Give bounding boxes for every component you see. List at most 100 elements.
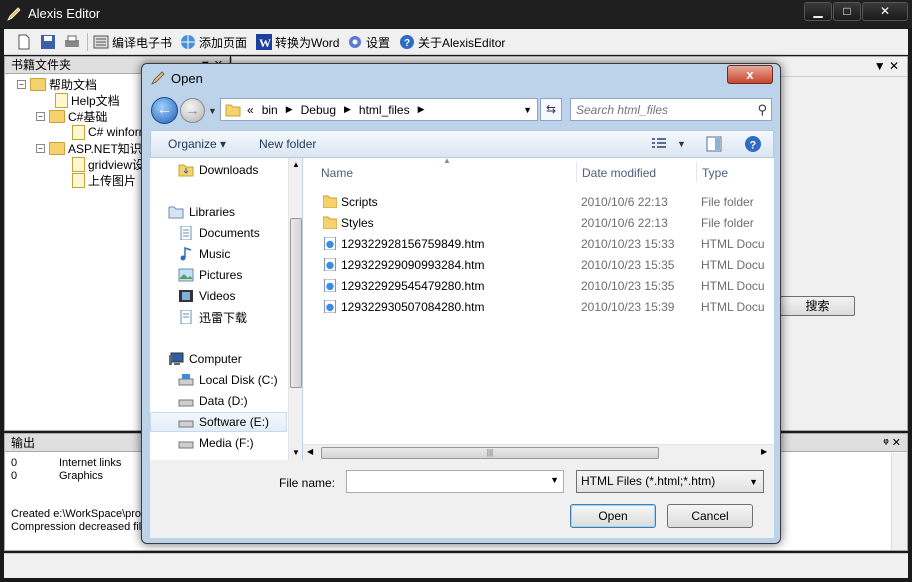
search-button[interactable]: 搜索 bbox=[780, 296, 855, 316]
new-folder-button[interactable]: New folder bbox=[259, 137, 316, 151]
add-page-button[interactable]: 添加页面 bbox=[180, 33, 247, 51]
collapse-icon[interactable]: − bbox=[36, 111, 45, 121]
convert-word-button[interactable]: W 转换为Word bbox=[256, 33, 339, 51]
help-icon[interactable]: ? bbox=[744, 135, 762, 153]
nav-item-data-d[interactable]: Data (D:) bbox=[150, 391, 287, 411]
column-type[interactable]: Type bbox=[702, 166, 728, 180]
scroll-up-icon[interactable]: ▲ bbox=[292, 160, 300, 169]
collapse-icon[interactable]: − bbox=[17, 79, 26, 89]
open-button[interactable]: Open bbox=[570, 504, 656, 528]
file-row[interactable]: 129322929545479280.htm 2010/10/23 15:35 … bbox=[319, 276, 774, 296]
file-name: Scripts bbox=[341, 195, 378, 209]
print-icon[interactable] bbox=[64, 33, 80, 51]
file-date: 2010/10/23 15:33 bbox=[581, 237, 675, 251]
collapse-icon[interactable]: − bbox=[36, 143, 45, 153]
minimize-button[interactable]: ▁ bbox=[804, 2, 832, 21]
nav-item-music[interactable]: Music bbox=[150, 244, 287, 264]
output-scrollbar[interactable] bbox=[891, 453, 907, 550]
column-divider[interactable] bbox=[696, 162, 697, 182]
file-name-dropdown-icon[interactable]: ▼ bbox=[550, 475, 559, 485]
file-list-scroll-thumb[interactable]: ||| bbox=[321, 447, 659, 459]
nav-scroll-thumb[interactable] bbox=[290, 218, 302, 388]
recent-locations-dropdown-icon[interactable]: ▼ bbox=[208, 106, 217, 116]
view-options-icon[interactable] bbox=[651, 137, 667, 151]
tree-node-gridview[interactable]: gridview设 bbox=[72, 156, 144, 172]
tree-node-help-docs[interactable]: − 帮助文档 bbox=[17, 76, 97, 92]
breadcrumb-bin[interactable]: bin bbox=[262, 103, 278, 117]
tree-node-help-doc[interactable]: Help文档 bbox=[55, 92, 120, 108]
breadcrumb-chevron-icon[interactable]: ▶ bbox=[418, 104, 425, 115]
file-row[interactable]: 129322929090993284.htm 2010/10/23 15:35 … bbox=[319, 255, 774, 275]
scroll-left-icon[interactable]: ◀ bbox=[307, 447, 313, 456]
output-pin-close-icon[interactable]: ᵠ ✕ bbox=[883, 434, 901, 452]
tab-close-icon[interactable]: ▼ ✕ bbox=[874, 59, 899, 73]
nav-item-libraries[interactable]: Libraries bbox=[150, 202, 287, 222]
html-file-icon bbox=[323, 237, 337, 250]
close-button[interactable]: ✕ bbox=[862, 2, 908, 21]
file-type: HTML Docu bbox=[701, 258, 765, 272]
file-type-filter[interactable]: HTML Files (*.html;*.htm) ▼ bbox=[576, 470, 764, 493]
nav-item-xunlei[interactable]: 迅雷下载 bbox=[150, 307, 287, 327]
tree-node-upload-image[interactable]: 上传图片 bbox=[72, 172, 136, 188]
folder-icon bbox=[323, 195, 337, 208]
file-row[interactable]: 129322930507084280.htm 2010/10/23 15:39 … bbox=[319, 297, 774, 317]
nav-item-videos[interactable]: Videos bbox=[150, 286, 287, 306]
maximize-button[interactable]: □ bbox=[833, 2, 861, 21]
address-bar[interactable]: « bin ▶ Debug ▶ html_files ▶ ▼ bbox=[220, 98, 538, 121]
save-icon[interactable] bbox=[40, 33, 56, 51]
search-box[interactable]: ⚲ bbox=[570, 98, 772, 121]
dialog-close-button[interactable]: x bbox=[727, 65, 773, 84]
nav-item-computer[interactable]: Computer bbox=[150, 349, 287, 369]
file-list-hscrollbar[interactable]: ◀ ||| ▶ bbox=[303, 444, 774, 460]
preview-pane-icon[interactable] bbox=[706, 136, 722, 152]
tree-node-aspnet[interactable]: − ASP.NET知识 bbox=[36, 140, 142, 156]
view-dropdown-icon[interactable]: ▼ bbox=[677, 139, 686, 149]
about-button[interactable]: ? 关于AlexisEditor bbox=[399, 33, 505, 51]
compile-ebook-button[interactable]: 编译电子书 bbox=[93, 33, 172, 51]
scroll-down-icon[interactable]: ▼ bbox=[292, 448, 300, 457]
settings-button[interactable]: 设置 bbox=[347, 33, 390, 51]
search-icon[interactable]: ⚲ bbox=[757, 102, 767, 118]
tree-node-csharp-basics[interactable]: − C#基础 bbox=[36, 108, 107, 124]
compile-ebook-label: 编译电子书 bbox=[112, 35, 173, 50]
nav-item-documents[interactable]: Documents bbox=[150, 223, 287, 243]
cancel-button[interactable]: Cancel bbox=[667, 504, 753, 528]
file-name-input[interactable] bbox=[347, 471, 542, 492]
settings-label: 设置 bbox=[366, 35, 391, 50]
organize-menu[interactable]: Organize ▾ bbox=[168, 137, 226, 151]
nav-item-downloads[interactable]: Downloads bbox=[150, 160, 287, 180]
breadcrumb-chevron-icon[interactable]: ▶ bbox=[344, 104, 351, 115]
scroll-right-icon[interactable]: ▶ bbox=[761, 447, 767, 456]
back-arrow-icon[interactable]: ← bbox=[151, 97, 178, 124]
tree-label: Help文档 bbox=[71, 93, 120, 108]
tree-label: 上传图片 bbox=[88, 173, 137, 188]
dialog-title: Open bbox=[171, 70, 203, 86]
new-file-icon[interactable] bbox=[16, 33, 32, 51]
search-input[interactable] bbox=[571, 99, 741, 120]
breadcrumb-html-files[interactable]: html_files bbox=[359, 103, 410, 117]
file-row[interactable]: Styles 2010/10/6 22:13 File folder bbox=[319, 213, 774, 233]
forward-arrow-icon[interactable]: → bbox=[180, 98, 205, 123]
nav-item-media-f[interactable]: Media (F:) bbox=[150, 433, 287, 453]
column-name[interactable]: Name bbox=[321, 166, 353, 180]
book-folder-title: 书籍文件夹 bbox=[11, 58, 72, 72]
file-name-combobox[interactable]: ▼ bbox=[346, 470, 564, 493]
folder-icon bbox=[323, 216, 337, 229]
file-row[interactable]: Scripts 2010/10/6 22:13 File folder bbox=[319, 192, 774, 212]
address-overflow[interactable]: « bbox=[247, 103, 254, 117]
refresh-icon[interactable]: ⇆ bbox=[540, 98, 562, 121]
filter-dropdown-icon[interactable]: ▼ bbox=[749, 472, 758, 493]
address-dropdown-icon[interactable]: ▼ bbox=[523, 105, 532, 115]
output-count: 0 bbox=[11, 470, 18, 482]
column-date-modified[interactable]: Date modified bbox=[582, 166, 656, 180]
nav-scrollbar[interactable]: ▲ ▼ bbox=[288, 158, 302, 460]
nav-item-pictures[interactable]: Pictures bbox=[150, 265, 287, 285]
file-date: 2010/10/23 15:35 bbox=[581, 279, 675, 293]
breadcrumb-debug[interactable]: Debug bbox=[301, 103, 336, 117]
nav-item-software-e[interactable]: Software (E:) bbox=[150, 412, 287, 432]
nav-item-local-disk-c[interactable]: Local Disk (C:) bbox=[150, 370, 287, 390]
file-row[interactable]: 129322928156759849.htm 2010/10/23 15:33 … bbox=[319, 234, 774, 254]
breadcrumb-chevron-icon[interactable]: ▶ bbox=[286, 104, 293, 115]
tree-node-csharp-winform[interactable]: C# winform bbox=[72, 124, 149, 140]
column-divider[interactable] bbox=[576, 162, 577, 182]
